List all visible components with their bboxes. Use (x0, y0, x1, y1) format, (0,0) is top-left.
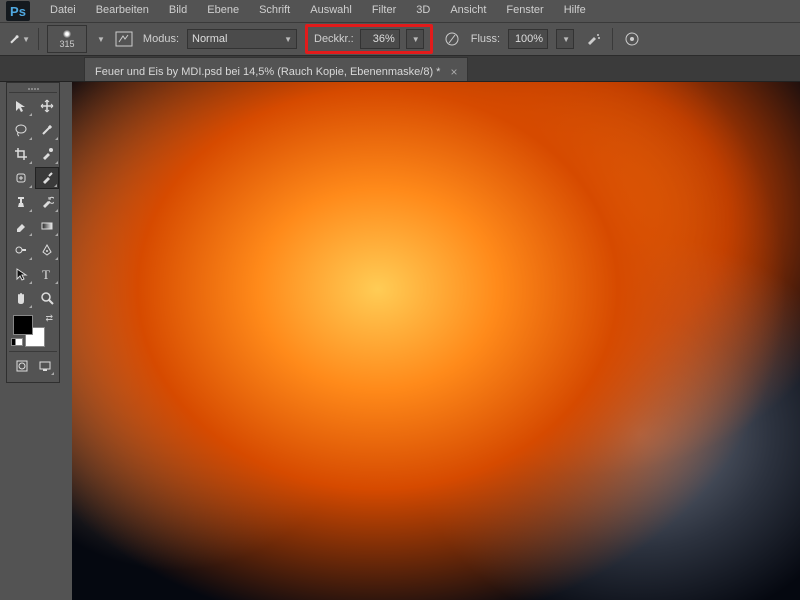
menu-type[interactable]: Schrift (249, 0, 300, 22)
opacity-label: Deckkr.: (314, 33, 354, 45)
hand-tool[interactable] (9, 287, 33, 309)
color-swatches[interactable]: ⇄ (9, 313, 57, 349)
pen-tool[interactable] (35, 239, 59, 261)
zoom-tool[interactable] (35, 287, 59, 309)
blend-mode-select[interactable]: Normal ▼ (187, 29, 297, 49)
menu-file[interactable]: Datei (40, 0, 86, 22)
menu-bar: Ps Datei Bearbeiten Bild Ebene Schrift A… (0, 0, 800, 22)
chevron-down-icon: ▼ (284, 35, 292, 44)
flow-dropdown[interactable]: ▼ (556, 29, 574, 49)
tool-preset-icon[interactable]: ▼ (8, 28, 30, 50)
close-icon[interactable]: × (450, 65, 457, 79)
brush-size-label: 315 (59, 39, 74, 49)
menu-3d[interactable]: 3D (406, 0, 440, 22)
separator (38, 28, 39, 50)
history-brush-tool[interactable] (35, 191, 59, 213)
swap-colors-icon[interactable]: ⇄ (45, 313, 53, 324)
flow-value: 100% (515, 33, 543, 45)
pressure-size-icon[interactable] (621, 28, 643, 50)
quick-mask-icon[interactable] (11, 356, 32, 376)
screen-mode-icon[interactable] (34, 356, 55, 376)
airbrush-icon[interactable] (582, 28, 604, 50)
panel-grip[interactable] (9, 85, 57, 93)
magic-wand-tool[interactable] (35, 119, 59, 141)
brush-panel-icon[interactable] (113, 28, 135, 50)
foreground-swatch[interactable] (13, 315, 33, 335)
dodge-tool[interactable] (9, 239, 33, 261)
menu-window[interactable]: Fenster (496, 0, 553, 22)
crop-tool[interactable] (9, 143, 33, 165)
pressure-opacity-icon[interactable] (441, 28, 463, 50)
path-select-tool[interactable] (9, 263, 33, 285)
gradient-tool[interactable] (35, 215, 59, 237)
mode-label: Modus: (143, 33, 179, 45)
healing-brush-tool[interactable] (9, 167, 33, 189)
clone-stamp-tool[interactable] (9, 191, 33, 213)
menu-help[interactable]: Hilfe (554, 0, 596, 22)
menu-layer[interactable]: Ebene (197, 0, 249, 22)
brush-preset-picker[interactable]: 315 (47, 25, 87, 53)
canvas-area[interactable] (72, 82, 800, 600)
artboard-tool[interactable] (35, 95, 59, 117)
flow-input[interactable]: 100% (508, 29, 548, 49)
menu-view[interactable]: Ansicht (440, 0, 496, 22)
opacity-value: 36% (373, 33, 395, 45)
svg-text:T: T (42, 267, 50, 281)
tools-panel: T ⇄ (6, 82, 60, 383)
separator (612, 28, 613, 50)
move-tool[interactable] (9, 95, 33, 117)
app-badge: Ps (6, 1, 30, 21)
opacity-group-highlight: Deckkr.: 36% ▼ (305, 24, 433, 54)
eraser-tool[interactable] (9, 215, 33, 237)
default-colors-icon[interactable] (11, 334, 23, 349)
menu-image[interactable]: Bild (159, 0, 197, 22)
flow-label: Fluss: (471, 33, 500, 45)
chevron-down-icon[interactable]: ▼ (97, 35, 105, 44)
document-artwork (72, 82, 800, 600)
document-tab-title: Feuer und Eis by MDI.psd bei 14,5% (Rauc… (95, 66, 440, 78)
brush-tool[interactable] (35, 167, 59, 189)
options-bar: ▼ 315 ▼ Modus: Normal ▼ Deckkr.: 36% ▼ F… (0, 22, 800, 56)
document-tab-bar: Feuer und Eis by MDI.psd bei 14,5% (Rauc… (0, 56, 800, 82)
menu-edit[interactable]: Bearbeiten (86, 0, 159, 22)
blend-mode-value: Normal (192, 33, 227, 45)
menu-select[interactable]: Auswahl (300, 0, 362, 22)
opacity-dropdown[interactable]: ▼ (406, 29, 424, 49)
brush-preview-dot (63, 30, 71, 38)
document-tab[interactable]: Feuer und Eis by MDI.psd bei 14,5% (Rauc… (84, 57, 468, 81)
menu-filter[interactable]: Filter (362, 0, 406, 22)
opacity-input[interactable]: 36% (360, 29, 400, 49)
lasso-tool[interactable] (9, 119, 33, 141)
type-tool[interactable]: T (35, 263, 59, 285)
eyedropper-tool[interactable] (35, 143, 59, 165)
